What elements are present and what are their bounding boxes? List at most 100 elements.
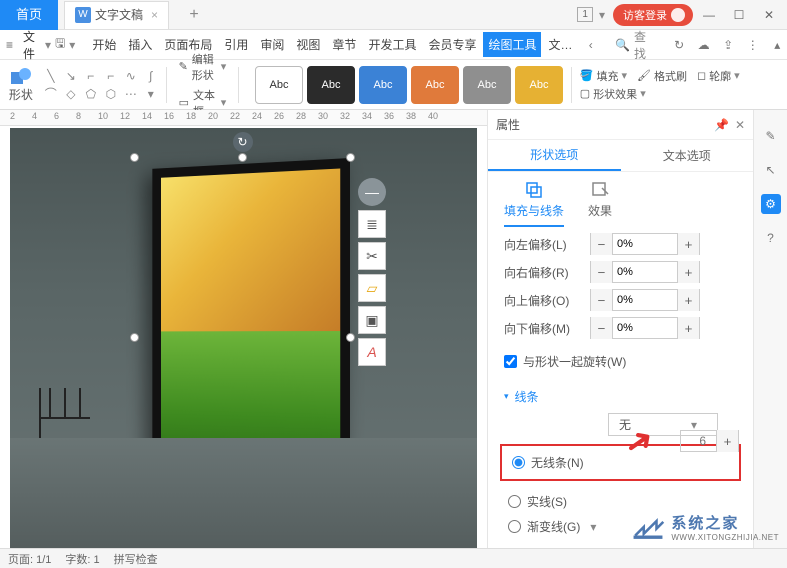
resize-handle-bc[interactable] (238, 514, 247, 523)
search-box[interactable]: 🔍 查找 (606, 25, 664, 65)
style-preset-5[interactable]: Abc (515, 66, 563, 104)
menu-tab-1[interactable]: 插入 (123, 32, 157, 57)
spinner-plus-button[interactable]: + (677, 233, 699, 255)
offset-input[interactable] (613, 322, 677, 334)
radio-solid-line[interactable] (508, 495, 521, 508)
menu-tab-6[interactable]: 章节 (327, 32, 361, 57)
resize-handle-ml[interactable] (130, 333, 139, 342)
radio-no-line[interactable] (512, 456, 525, 469)
sync-icon[interactable]: ↻ (670, 35, 689, 55)
collapse-triangle-icon: ▾ (504, 391, 509, 402)
tab-home[interactable]: 首页 (0, 0, 58, 30)
spinner-plus-button[interactable]: + (677, 317, 699, 339)
share-icon[interactable]: ⇪ (719, 35, 738, 55)
spinner-plus-button[interactable]: + (677, 261, 699, 283)
style-preset-3[interactable]: Abc (411, 66, 459, 104)
section-line-header[interactable]: ▾ 线条 (488, 378, 753, 409)
shape-gallery-button[interactable]: 形状 (6, 66, 36, 103)
crop-icon[interactable]: ✂ (358, 242, 386, 270)
format-painter-button[interactable]: 🖌格式刷 (637, 68, 687, 84)
chevron-left-icon[interactable]: ‹ (582, 35, 601, 55)
partial-spinner[interactable]: 6 + (680, 430, 739, 452)
page-indicator[interactable]: 页面: 1/1 (8, 551, 51, 567)
tab-document[interactable]: W 文字文稿 × (64, 1, 169, 29)
menu-tab-7[interactable]: 开发工具 (363, 32, 421, 57)
resize-handle-br[interactable] (346, 514, 355, 523)
dropdown-icon[interactable]: ▾ (599, 8, 605, 22)
edit-shape-icon: ✎ (179, 60, 188, 73)
resize-handle-mr[interactable] (346, 333, 355, 342)
file-menu[interactable]: 文件 (17, 28, 41, 62)
menu-tab-9[interactable]: 绘图工具 (483, 32, 541, 57)
radio-gradient-line[interactable] (508, 520, 521, 533)
subtab-fill-line[interactable]: 填充与线条 (504, 180, 564, 227)
new-tab-button[interactable]: + (179, 6, 209, 24)
ruler-tick: 26 (274, 111, 284, 121)
hamburger-icon[interactable]: ≡ (6, 34, 13, 56)
offset-label: 向右偏移(R) (504, 264, 584, 281)
offset-input[interactable] (613, 294, 677, 306)
annotation-arrow-1: ➜ (346, 423, 398, 480)
offset-row-0: 向左偏移(L)−+ (504, 233, 737, 255)
font-icon[interactable]: A (358, 338, 386, 366)
shape-effect-button[interactable]: ▢形状效果▾ (580, 86, 646, 102)
brush-icon: 🖌 (637, 69, 651, 82)
pen-tool-icon[interactable]: ✎ (761, 126, 781, 146)
ruler-tick: 24 (252, 111, 262, 121)
pin-icon[interactable]: 📌 (714, 118, 729, 132)
menu-tab-4[interactable]: 审阅 (255, 32, 289, 57)
word-count[interactable]: 字数: 1 (65, 551, 99, 567)
panel-close-icon[interactable]: ✕ (735, 118, 745, 132)
tab-text-options[interactable]: 文本选项 (621, 140, 754, 171)
resize-handle-tl[interactable] (130, 153, 139, 162)
highlight-icon[interactable]: ▱ (358, 274, 386, 302)
offset-label: 向下偏移(M) (504, 320, 584, 337)
offset-input[interactable] (613, 238, 677, 250)
guest-login-button[interactable]: 访客登录 (613, 4, 693, 26)
3d-icon[interactable]: ▣ (358, 306, 386, 334)
rotate-with-shape-checkbox[interactable] (504, 355, 517, 368)
style-preset-1[interactable]: Abc (307, 66, 355, 104)
tab-close-icon[interactable]: × (151, 1, 158, 29)
cursor-icon[interactable]: ↖ (761, 160, 781, 180)
document-canvas[interactable]: ↻ — ≣ ✂ ▱ ▣ A ➜ (10, 128, 477, 548)
resize-handle-tc[interactable] (238, 153, 247, 162)
spinner-minus-button[interactable]: − (591, 261, 613, 283)
resize-handle-tr[interactable] (346, 153, 355, 162)
save-icon[interactable]: 🖫 (55, 34, 65, 56)
cloud-icon[interactable]: ☁ (694, 35, 713, 55)
menu-tab-10[interactable]: 文… (543, 32, 577, 57)
fill-button[interactable]: 🪣填充▾ (580, 68, 627, 84)
rotate-handle[interactable]: ↻ (233, 132, 253, 152)
help-icon[interactable]: ? (761, 228, 781, 248)
spinner-plus-button[interactable]: + (677, 289, 699, 311)
style-preset-0[interactable]: Abc (255, 66, 303, 104)
menu-tab-8[interactable]: 会员专享 (423, 32, 481, 57)
tab-shape-options[interactable]: 形状选项 (488, 140, 621, 171)
menu-tab-5[interactable]: 视图 (291, 32, 325, 57)
style-preset-4[interactable]: Abc (463, 66, 511, 104)
outline-button[interactable]: ◻轮廓▾ (697, 68, 740, 84)
selected-image[interactable]: ↻ (135, 158, 350, 518)
style-preset-2[interactable]: Abc (359, 66, 407, 104)
spinner-minus-button[interactable]: − (591, 233, 613, 255)
menu-tab-0[interactable]: 开始 (87, 32, 121, 57)
spinner-minus-button[interactable]: − (591, 289, 613, 311)
collapse-button[interactable]: — (358, 178, 386, 206)
offset-spinner[interactable]: −+ (590, 289, 700, 311)
spellcheck-button[interactable]: 拼写检查 (114, 551, 158, 567)
edit-shape-button[interactable]: ✎ 编辑形状▾ (175, 50, 231, 84)
more-icon[interactable]: ⋮ (743, 35, 762, 55)
resize-handle-bl[interactable] (130, 514, 139, 523)
settings-slider-icon[interactable]: ⚙ (761, 194, 781, 214)
offset-spinner[interactable]: −+ (590, 233, 700, 255)
spinner-plus-button[interactable]: + (716, 430, 738, 452)
spinner-minus-button[interactable]: − (591, 317, 613, 339)
collapse-ribbon-icon[interactable]: ▴ (768, 35, 787, 55)
offset-spinner[interactable]: −+ (590, 261, 700, 283)
offset-input[interactable] (613, 266, 677, 278)
line-shapes-grid[interactable]: ╲↘⌐⌐∿∫ ⌒◇⬠⬡⋯▾ (44, 69, 158, 101)
wrap-text-icon[interactable]: ≣ (358, 210, 386, 238)
offset-spinner[interactable]: −+ (590, 317, 700, 339)
subtab-effect[interactable]: 效果 (588, 180, 612, 227)
